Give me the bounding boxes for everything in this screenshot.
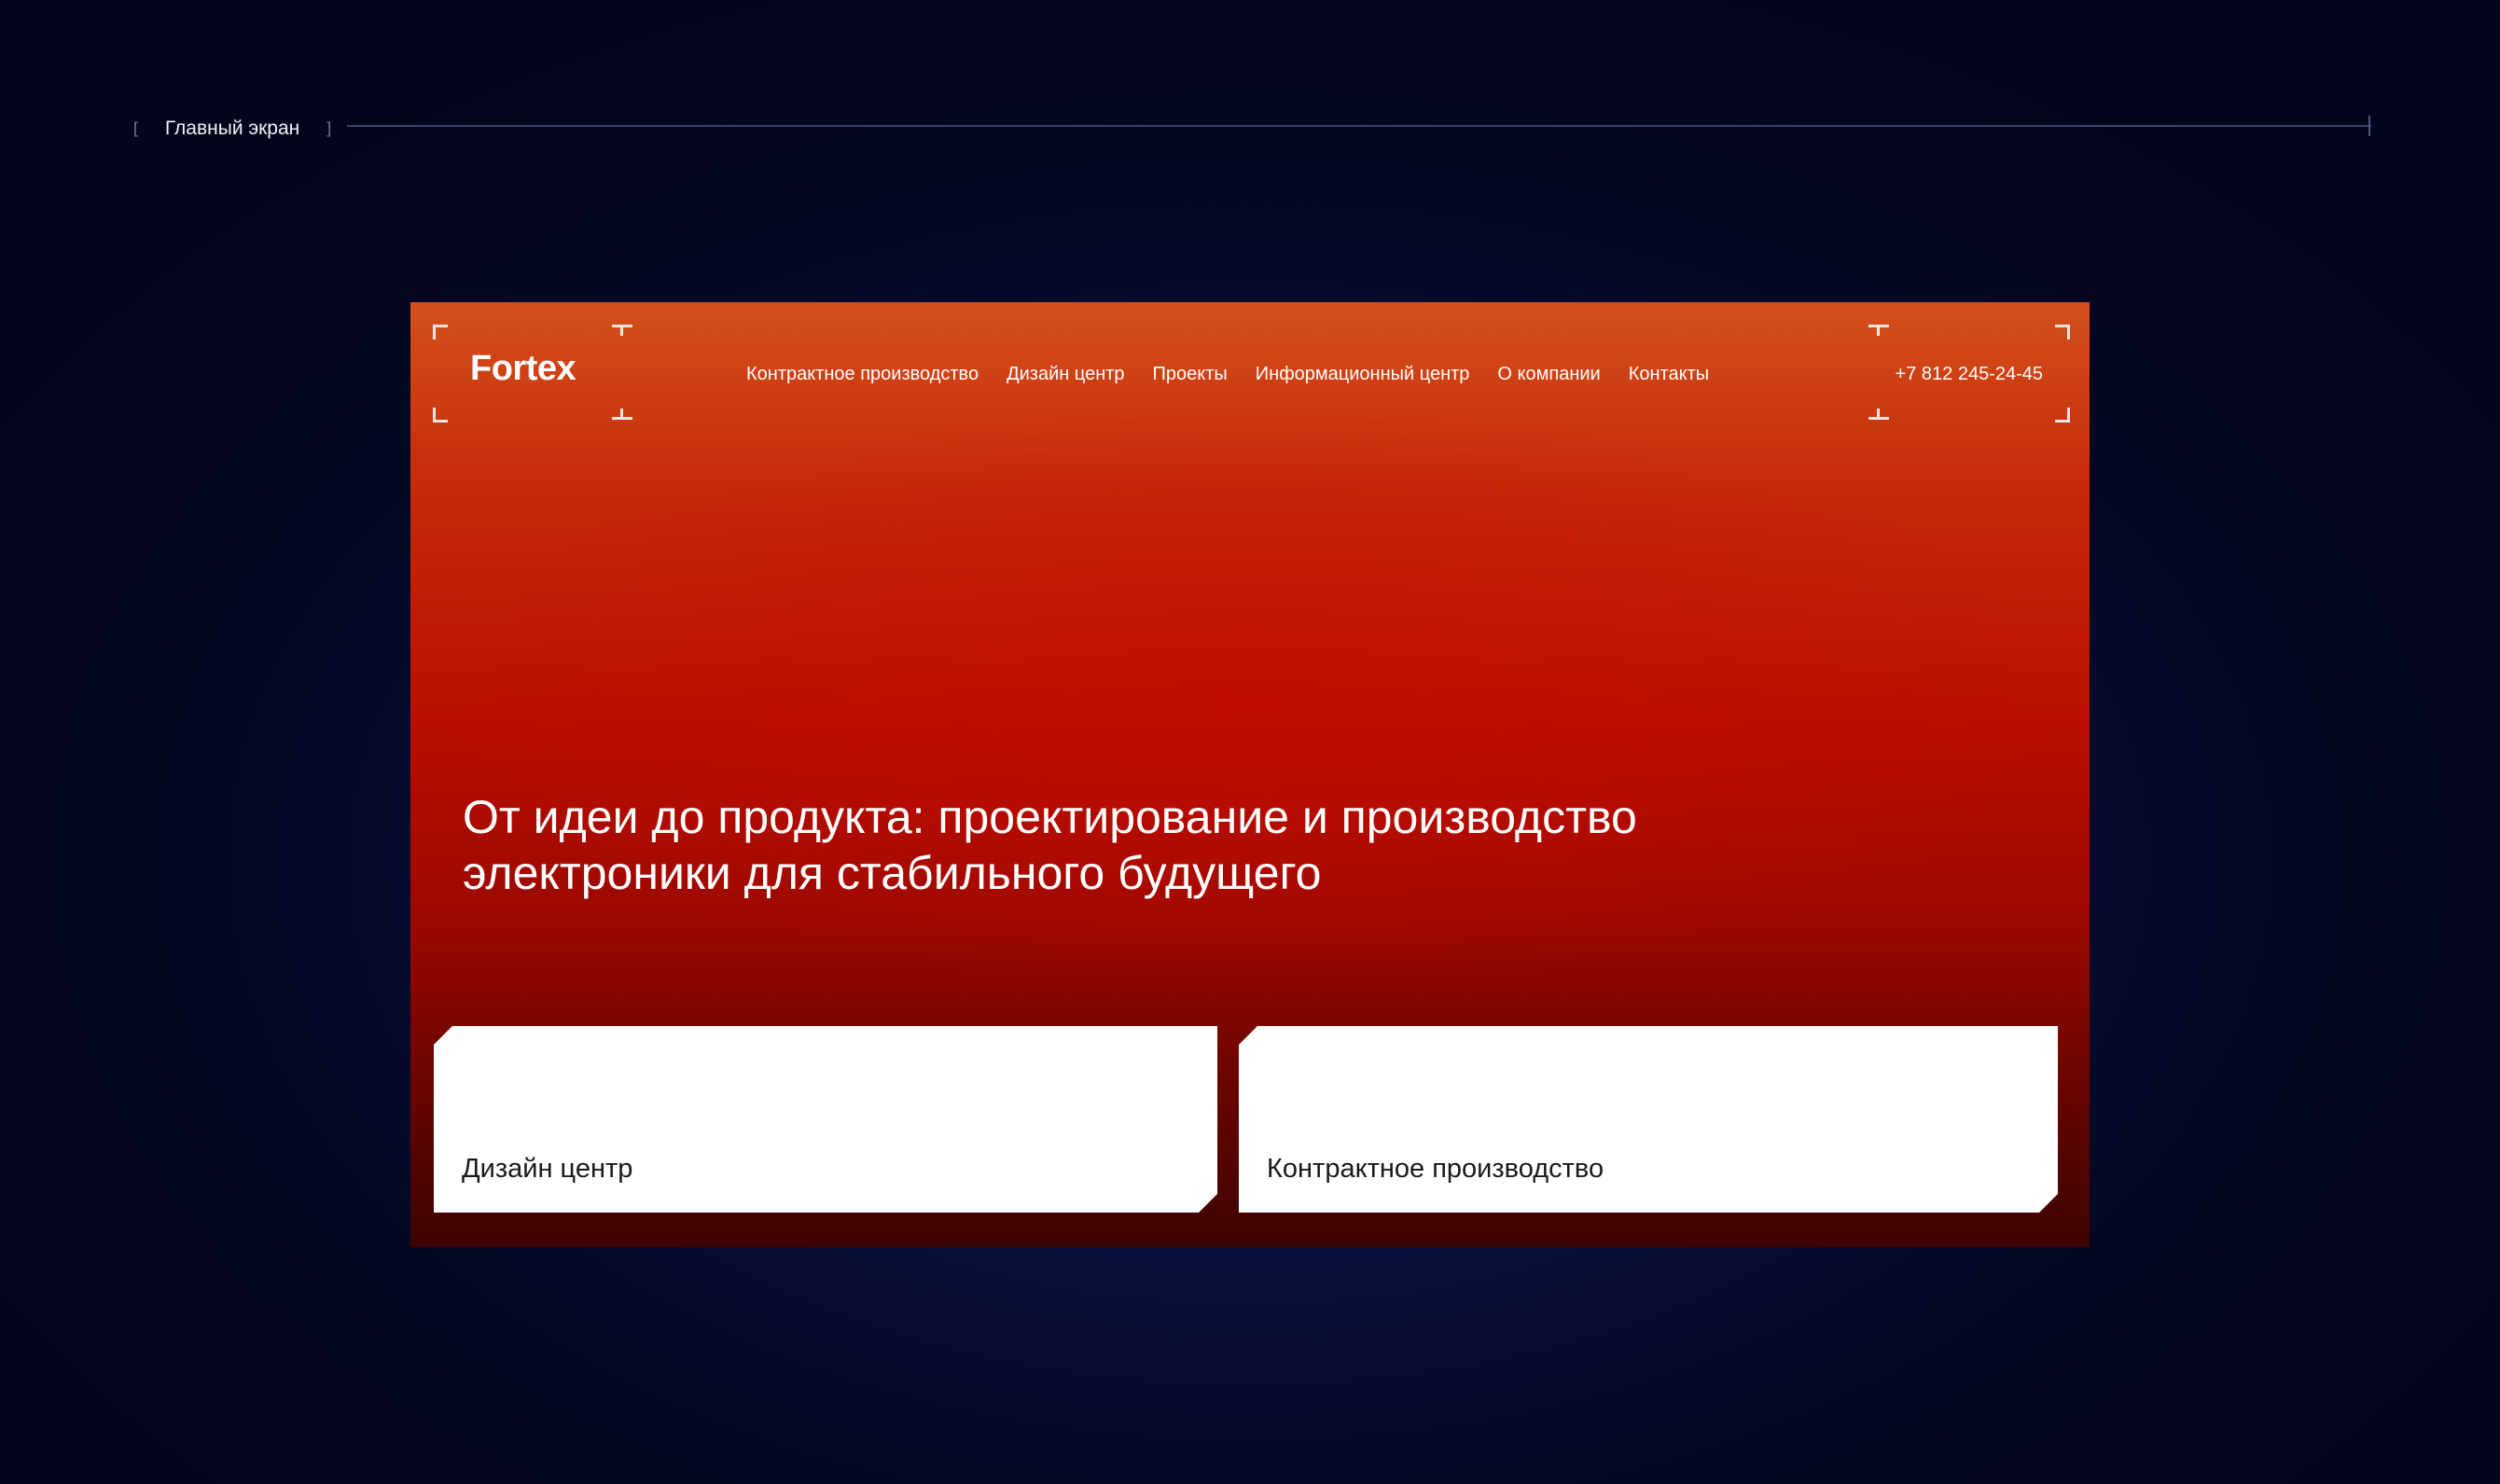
nav-projects[interactable]: Проекты — [1153, 364, 1228, 385]
section-caption: [ Главный экран ] — [131, 110, 334, 147]
caption-label: Главный экран — [164, 118, 300, 139]
card-design-center[interactable]: Дизайн центр — [434, 1026, 1217, 1213]
site-preview: Fortex Контрактное производство Дизайн ц… — [410, 302, 2090, 1247]
nav-contacts[interactable]: Контакты — [1629, 364, 1709, 385]
phone-corner-br — [2055, 408, 2070, 423]
card-design-center-label: Дизайн центр — [462, 1154, 633, 1184]
logo-corner-bl — [433, 408, 448, 423]
caption-divider — [347, 125, 2371, 127]
card-contract-production-label: Контрактное производство — [1267, 1154, 1604, 1184]
main-nav: Контрактное производство Дизайн центр Пр… — [746, 364, 1709, 385]
hero-title: От идеи до продукта: проектирование и пр… — [463, 791, 1637, 899]
phone-link[interactable]: +7 812 245-24-45 — [1896, 364, 2043, 385]
phone-corner-tr — [2055, 325, 2070, 340]
nav-design-center[interactable]: Дизайн центр — [1007, 364, 1124, 385]
logo-tick-bottom-stem — [620, 409, 623, 420]
caption-open-bracket: [ — [131, 118, 141, 139]
fortex-logo[interactable]: Fortex — [470, 349, 576, 389]
caption-close-bracket: ] — [324, 118, 335, 139]
caption-divider-end — [2368, 116, 2370, 136]
nav-about[interactable]: О компании — [1497, 364, 1600, 385]
logo-corner-tl — [433, 325, 448, 340]
logo-tick-top-stem — [620, 325, 623, 336]
card-contract-production[interactable]: Контрактное производство — [1239, 1026, 2058, 1213]
phone-tick-top-stem — [1877, 325, 1880, 336]
phone-tick-bottom-stem — [1877, 409, 1880, 420]
nav-contract-production[interactable]: Контрактное производство — [746, 364, 979, 385]
nav-info-center[interactable]: Информационный центр — [1256, 364, 1470, 385]
